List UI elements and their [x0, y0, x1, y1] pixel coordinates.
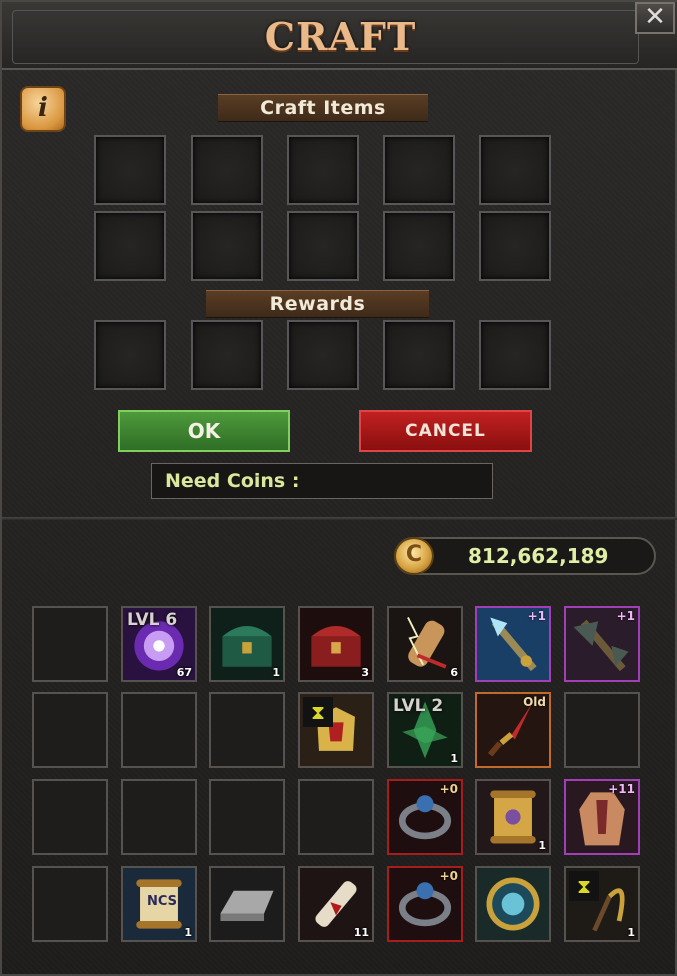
inventory-slot-empty[interactable] — [32, 692, 108, 768]
ok-button[interactable]: OK — [118, 410, 290, 452]
close-icon[interactable]: ✕ — [635, 2, 675, 34]
rewards-label: Rewards — [206, 290, 429, 318]
craft-slot[interactable] — [94, 211, 166, 281]
inventory-slot-empty[interactable] — [209, 779, 285, 855]
hourglass-icon: ⧗ — [569, 871, 599, 901]
info-icon[interactable]: i — [20, 86, 66, 132]
inventory-item-gold-scroll[interactable]: 1 — [475, 779, 551, 855]
item-upgrade: +11 — [608, 782, 635, 796]
craft-slot[interactable] — [287, 135, 359, 205]
inventory-item-sickle[interactable]: 1 ⧗ — [564, 866, 640, 942]
craft-slot[interactable] — [191, 135, 263, 205]
craft-window: CRAFT ✕ i Craft Items Rewards OK CANCEL … — [0, 0, 677, 976]
inventory-slot-empty[interactable] — [32, 606, 108, 682]
craft-slot[interactable] — [383, 135, 455, 205]
reward-slot — [383, 320, 455, 390]
item-count: 1 — [272, 666, 280, 679]
divider — [2, 517, 677, 520]
need-coins-field: Need Coins : — [151, 463, 493, 499]
inventory-item-ring[interactable]: +0 — [387, 866, 463, 942]
inventory-item-silver-bar[interactable] — [209, 866, 285, 942]
item-count: 1 — [627, 926, 635, 939]
hourglass-icon: ⧗ — [303, 697, 333, 727]
inventory-item-gold-armor[interactable]: ⧗ — [298, 692, 374, 768]
inventory-item-dark-axe[interactable]: +1 — [564, 606, 640, 682]
inventory-item-orb[interactable]: LVL 6 67 — [121, 606, 197, 682]
item-count: 1 — [184, 926, 192, 939]
inventory-slot-empty[interactable] — [298, 779, 374, 855]
item-count: 6 — [450, 666, 458, 679]
inventory-item-ring[interactable]: +0 — [387, 779, 463, 855]
inventory-item-green-shard[interactable]: LVL 2 1 — [387, 692, 463, 768]
scroll-label: NCS — [147, 894, 178, 909]
craft-slot[interactable] — [479, 135, 551, 205]
item-old-tag: Old — [523, 695, 546, 709]
craft-slot[interactable] — [383, 211, 455, 281]
window-title: CRAFT — [264, 14, 417, 59]
inventory-item-portal[interactable] — [475, 866, 551, 942]
portal-icon — [477, 868, 549, 940]
craft-slot[interactable] — [94, 135, 166, 205]
inventory-item-green-chest[interactable]: 1 — [209, 606, 285, 682]
item-upgrade: +1 — [527, 609, 546, 623]
item-level: LVL 2 — [393, 696, 444, 716]
craft-items-label: Craft Items — [218, 94, 428, 122]
coin-icon: C — [394, 537, 434, 575]
craft-slot[interactable] — [191, 211, 263, 281]
inventory-slot-empty[interactable] — [121, 692, 197, 768]
item-count: 1 — [538, 839, 546, 852]
inventory-slot-empty[interactable] — [564, 692, 640, 768]
craft-slot[interactable] — [287, 211, 359, 281]
reward-slot — [287, 320, 359, 390]
inventory-item-ncs-scroll[interactable]: NCS 1 — [121, 866, 197, 942]
item-level: LVL 6 — [127, 610, 178, 630]
item-count: 3 — [361, 666, 369, 679]
item-count: 11 — [353, 926, 369, 939]
inventory-item-lightning-scroll[interactable]: 6 — [387, 606, 463, 682]
silver-bar-icon — [211, 868, 283, 940]
inventory-slot-empty[interactable] — [32, 866, 108, 942]
inventory-item-red-chest[interactable]: 3 — [298, 606, 374, 682]
craft-slot[interactable] — [479, 211, 551, 281]
cancel-button[interactable]: CANCEL — [359, 410, 532, 452]
reward-slot — [94, 320, 166, 390]
item-upgrade: +0 — [439, 782, 458, 796]
inventory-item-ice-staff[interactable]: +1 — [475, 606, 551, 682]
coin-amount: 812,662,189 — [468, 544, 609, 568]
coin-balance: C 812,662,189 — [394, 537, 656, 575]
reward-slot — [191, 320, 263, 390]
item-upgrade: +0 — [439, 869, 458, 883]
title-bar: CRAFT ✕ — [2, 2, 677, 70]
item-count: 1 — [450, 752, 458, 765]
inventory-item-dagger[interactable]: Old — [475, 692, 551, 768]
reward-slot — [479, 320, 551, 390]
inventory-slot-empty[interactable] — [121, 779, 197, 855]
inventory-slot-empty[interactable] — [209, 692, 285, 768]
inventory-slot-empty[interactable] — [32, 779, 108, 855]
item-upgrade: +1 — [616, 609, 635, 623]
inventory-item-red-scroll[interactable]: 11 — [298, 866, 374, 942]
inventory-item-robe[interactable]: +11 — [564, 779, 640, 855]
item-count: 67 — [176, 666, 192, 679]
